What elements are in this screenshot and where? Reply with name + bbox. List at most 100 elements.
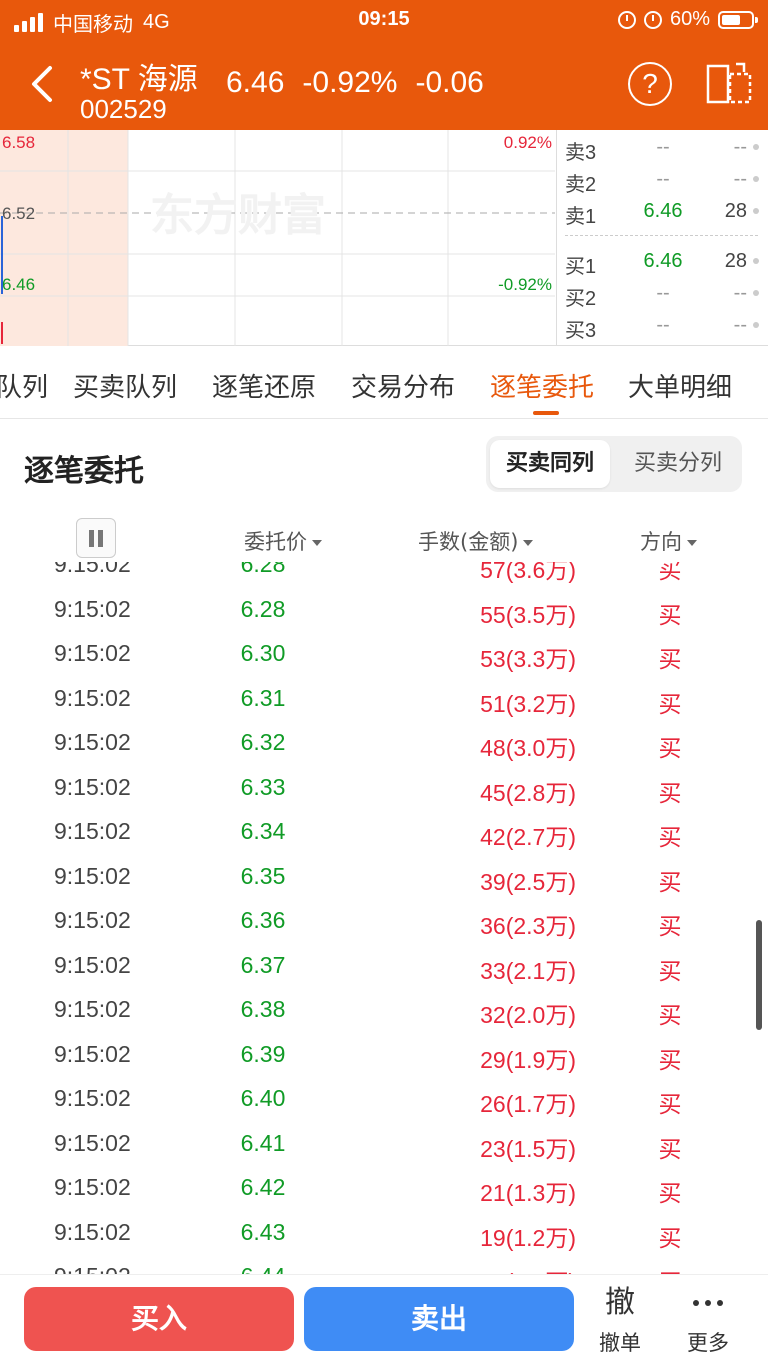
table-row[interactable]: 9:15:02 6.43 19(1.2万) 买 <box>0 1209 768 1254</box>
caret-down-icon <box>312 540 322 546</box>
same-column-button[interactable]: 买卖同列 <box>490 440 610 488</box>
tab-large-orders[interactable]: 大单明细 <box>628 367 732 404</box>
ask-row: 卖1 6.46 28 <box>557 196 768 228</box>
order-price: 6.30 <box>240 640 286 666</box>
order-direction: 买 <box>658 601 682 628</box>
battery-icon <box>718 10 758 29</box>
table-row[interactable]: 9:15:02 6.28 55(3.5万) 买 <box>0 586 768 631</box>
order-volume: 17(1.1万) <box>380 1263 576 1274</box>
tab-bid-ask-queue[interactable]: 买卖队列 <box>73 367 177 404</box>
order-time: 9:15:02 <box>54 996 131 1022</box>
intraday-chart[interactable]: 东方财富 6.58 6.52 6.46 0.92% -0.92% <box>0 130 555 346</box>
tab-trade-distribution[interactable]: 交易分布 <box>351 367 455 404</box>
order-book: 卖3 -- -- 卖2 -- -- 卖1 6.46 28 买1 6.46 28 … <box>556 130 768 346</box>
table-row[interactable]: 9:15:02 6.31 51(3.2万) 买 <box>0 675 768 720</box>
table-row[interactable]: 9:15:02 6.39 29(1.9万) 买 <box>0 1031 768 1076</box>
caret-down-icon <box>687 540 697 546</box>
order-volume: 23(1.5万) <box>480 1135 576 1162</box>
order-volume: 42(2.7万) <box>480 824 576 850</box>
table-row[interactable]: 9:15:02 6.38 32(2.0万) 买 <box>0 986 768 1031</box>
order-volume: 55(3.5万) <box>480 601 576 628</box>
dot-icon <box>753 176 759 182</box>
order-direction: 买 <box>658 913 682 939</box>
order-price: 6.35 <box>240 862 286 889</box>
order-direction: 买 <box>658 646 682 672</box>
order-time: 9:15:02 <box>54 684 131 711</box>
split-column-button[interactable]: 买卖分列 <box>618 440 738 488</box>
order-time: 9:15:02 <box>54 773 131 800</box>
order-direction: 买 <box>658 1091 682 1117</box>
order-price: 6.42 <box>240 1174 286 1200</box>
order-time: 9:15:02 <box>54 862 131 889</box>
dot-icon <box>753 144 759 150</box>
cancel-icon: 撤 <box>605 1285 635 1320</box>
last-price: 6.46 <box>226 66 285 99</box>
table-row[interactable]: 9:15:02 6.35 39(2.5万) 买 <box>0 853 768 898</box>
order-direction: 买 <box>658 1135 682 1162</box>
order-volume: 45(2.8万) <box>480 779 576 806</box>
table-row[interactable]: 9:15:02 6.30 53(3.3万) 买 <box>0 630 768 675</box>
order-time: 9:15:02 <box>54 818 131 844</box>
quote-summary: 6.46 -0.92% -0.06 <box>226 66 484 100</box>
scrollbar[interactable] <box>756 920 762 1030</box>
tab-tick-restore[interactable]: 逐笔还原 <box>212 367 316 404</box>
buy-button[interactable]: 买入 <box>24 1287 294 1351</box>
sell-button[interactable]: 卖出 <box>304 1287 574 1351</box>
dot-icon <box>753 258 759 264</box>
table-row[interactable]: 9:15:02 6.36 36(2.3万) 买 <box>0 897 768 942</box>
bid-row: 买1 6.46 28 <box>557 246 768 278</box>
dot-icon <box>753 290 759 296</box>
table-row[interactable]: 9:15:02 6.44 17(1.1万) 买 <box>0 1253 768 1274</box>
order-volume: 57(3.6万) <box>480 562 576 583</box>
order-direction: 买 <box>658 1180 682 1206</box>
bottom-trade-bar: 买入 卖出 撤 撤单 更多 <box>0 1274 768 1366</box>
table-row[interactable]: 9:15:02 6.28 57(3.6万) 买 <box>0 562 768 586</box>
help-icon[interactable]: ? <box>628 62 672 106</box>
order-price: 6.41 <box>240 1129 286 1156</box>
back-arrow-icon[interactable] <box>24 62 64 106</box>
table-row[interactable]: 9:15:02 6.42 21(1.3万) 买 <box>0 1164 768 1209</box>
order-volume: 32(2.0万) <box>480 1002 576 1028</box>
table-row[interactable]: 9:15:02 6.40 26(1.7万) 买 <box>0 1075 768 1120</box>
order-price: 6.32 <box>240 729 286 755</box>
order-price: 6.40 <box>240 1085 286 1111</box>
stock-name: *ST 海源 <box>80 63 198 96</box>
order-direction: 买 <box>658 824 682 850</box>
table-row[interactable]: 9:15:02 6.41 23(1.5万) 买 <box>0 1120 768 1165</box>
order-volume: 26(1.7万) <box>480 1091 576 1117</box>
order-price: 6.33 <box>240 773 286 800</box>
table-header: 委托价 手数(金额) 方向 <box>0 514 768 562</box>
tab-queue[interactable]: 队列 <box>0 367 48 404</box>
table-row[interactable]: 9:15:02 6.34 42(2.7万) 买 <box>0 808 768 853</box>
order-time: 9:15:02 <box>54 1218 131 1245</box>
tick-order-list[interactable]: 9:15:02 6.28 57(3.6万) 买 9:15:02 6.28 55(3.5万) 买… <box>0 562 768 1274</box>
battery-percent: 60% <box>669 8 710 30</box>
order-time: 9:15:02 <box>54 729 131 755</box>
order-volume: 19(1.2万) <box>480 1224 576 1251</box>
table-row[interactable]: 9:15:02 6.33 45(2.8万) 买 <box>0 764 768 809</box>
cancel-order-button[interactable]: 撤 撤单 <box>580 1283 660 1357</box>
pct-axis-bottom: -0.92% <box>498 275 552 294</box>
change-percent: -0.92% <box>302 66 398 99</box>
table-row[interactable]: 9:15:02 6.32 48(3.0万) 买 <box>0 719 768 764</box>
ask-row: 卖3 -- -- <box>557 132 768 164</box>
order-time: 9:15:02 <box>54 562 131 577</box>
more-button[interactable]: 更多 <box>668 1283 748 1357</box>
price-axis-top: 6.58 <box>2 133 35 152</box>
order-time: 9:15:02 <box>54 1085 131 1111</box>
order-time: 9:15:02 <box>54 907 131 933</box>
change-amount: -0.06 <box>415 66 484 99</box>
order-direction: 买 <box>658 735 682 761</box>
tab-tick-orders[interactable]: 逐笔委托 <box>490 367 594 404</box>
sort-volume-header[interactable]: 手数(金额) <box>418 526 534 556</box>
order-direction: 买 <box>658 868 682 895</box>
layout-switch-icon[interactable] <box>706 60 752 106</box>
pause-icon[interactable] <box>76 518 116 558</box>
sort-price-header[interactable]: 委托价 <box>244 526 322 556</box>
table-row[interactable]: 9:15:02 6.37 33(2.1万) 买 <box>0 942 768 987</box>
order-volume: 48(3.0万) <box>480 735 576 761</box>
order-time: 9:15:02 <box>54 640 131 666</box>
sort-direction-header[interactable]: 方向 <box>640 526 697 556</box>
stock-code: 002529 <box>80 94 167 124</box>
order-price: 6.37 <box>240 951 286 978</box>
